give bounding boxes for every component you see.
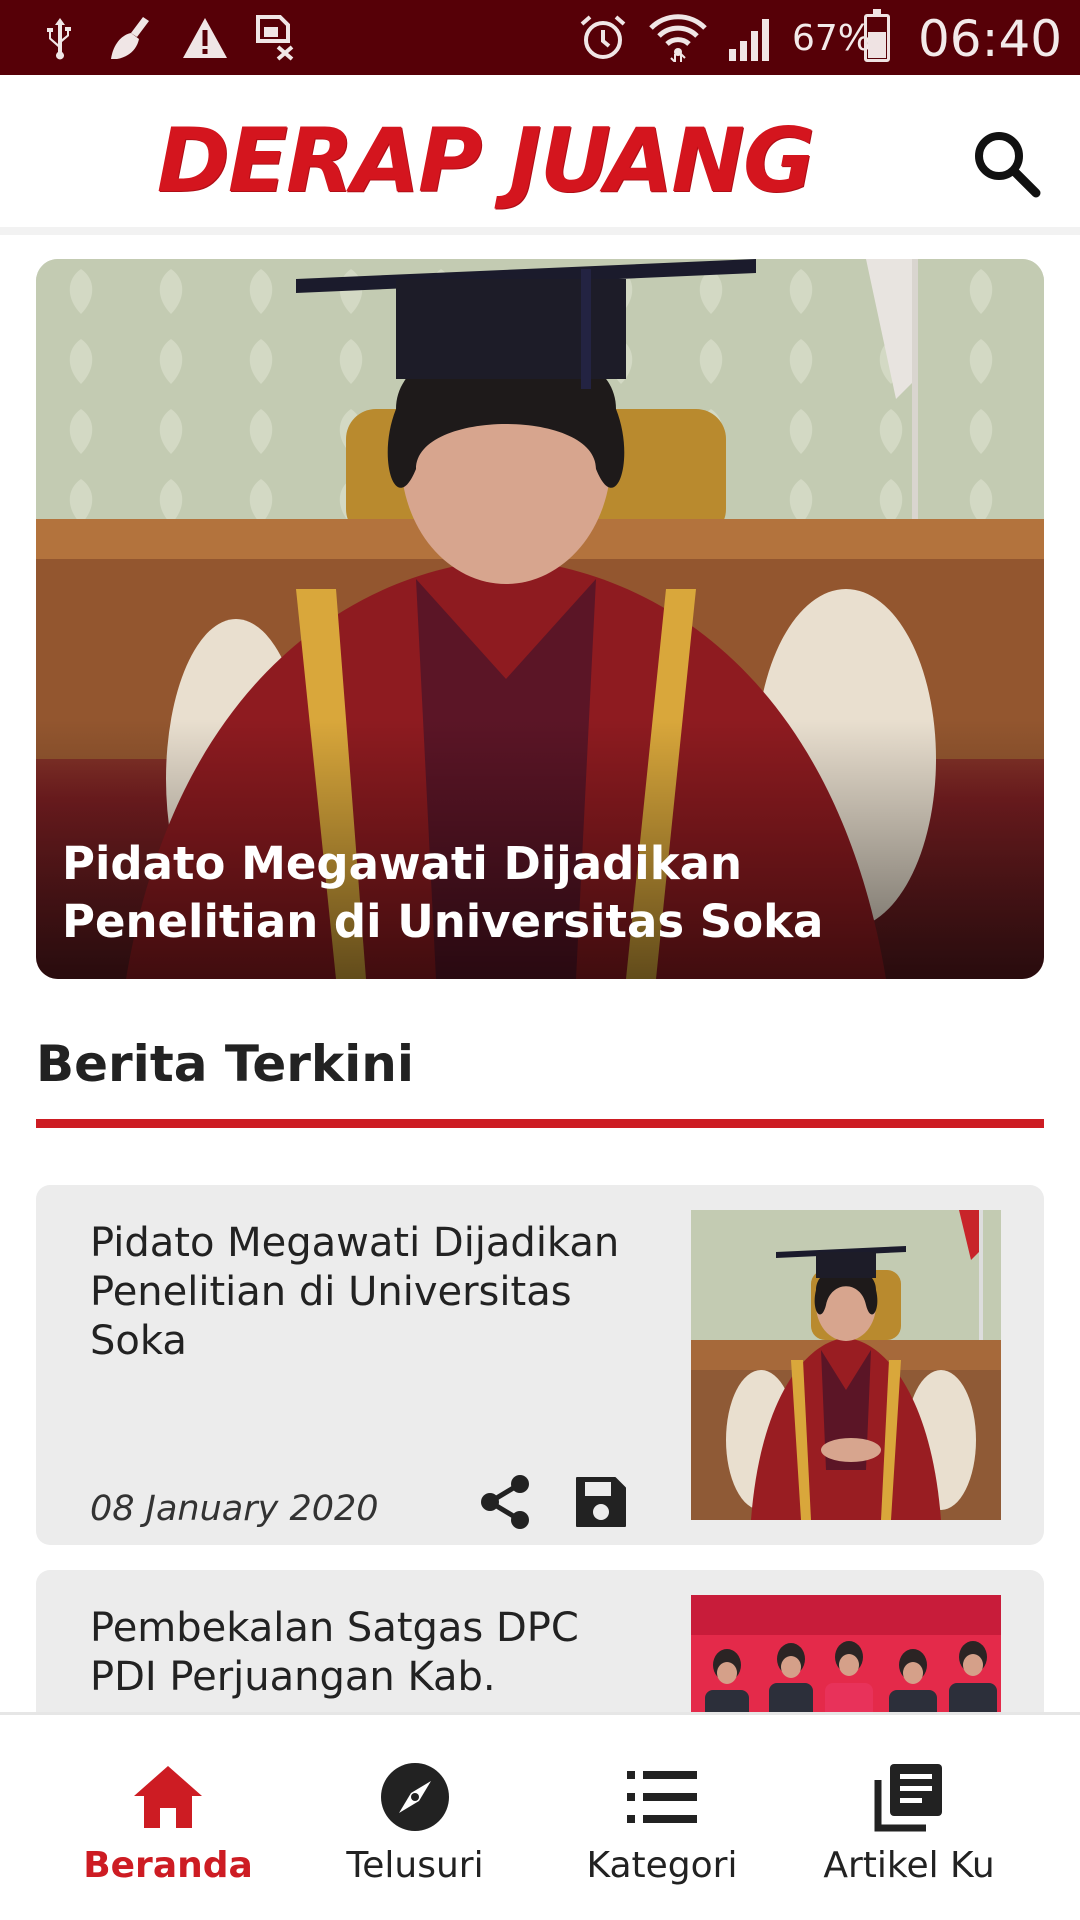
- signal-icon: [726, 14, 778, 62]
- usb-icon: [38, 14, 82, 62]
- share-button[interactable]: [476, 1472, 536, 1532]
- nav-label: Kategori: [586, 1845, 738, 1886]
- article-card[interactable]: Pidato Megawati Dijadikan Penelitian di …: [36, 1185, 1044, 1545]
- nav-label: Artikel Ku: [823, 1845, 995, 1886]
- wifi-icon: [648, 14, 708, 62]
- save-button[interactable]: [571, 1472, 631, 1532]
- featured-article[interactable]: Pidato Megawati Dijadikan Penelitian di …: [36, 259, 1044, 979]
- section-divider: [36, 1119, 1044, 1128]
- nav-label: Beranda: [83, 1845, 253, 1886]
- nav-beranda[interactable]: Beranda: [33, 1715, 303, 1920]
- library-icon: [869, 1757, 949, 1837]
- nav-artikel-ku[interactable]: Artikel Ku: [774, 1715, 1044, 1920]
- battery-percent: 67%: [792, 18, 873, 59]
- article-title[interactable]: Pembekalan Satgas DPC PDI Perjuangan Kab…: [90, 1604, 630, 1702]
- compass-icon: [375, 1757, 455, 1837]
- app-header: DERAP JUANG: [0, 75, 1080, 235]
- home-icon: [128, 1757, 208, 1837]
- no-sim-icon: [254, 14, 298, 62]
- article-card[interactable]: Pembekalan Satgas DPC PDI Perjuangan Kab…: [36, 1570, 1044, 1730]
- bottom-navigation: Beranda Telusuri Kategori Artikel Ku: [0, 1712, 1080, 1920]
- featured-article-title[interactable]: Pidato Megawati Dijadikan Penelitian di …: [62, 835, 984, 951]
- save-icon: [576, 1477, 626, 1527]
- article-thumbnail[interactable]: [691, 1210, 1001, 1520]
- nav-telusuri[interactable]: Telusuri: [280, 1715, 550, 1920]
- share-icon: [481, 1475, 529, 1529]
- alarm-icon: [578, 14, 628, 62]
- clock: 06:40: [918, 10, 1063, 68]
- status-bar: 67% 06:40: [0, 0, 1080, 75]
- nav-kategori[interactable]: Kategori: [527, 1715, 797, 1920]
- cleaner-broom-icon: [106, 14, 158, 62]
- nav-label: Telusuri: [346, 1845, 484, 1886]
- search-button[interactable]: [966, 123, 1046, 203]
- warning-icon: [180, 14, 230, 62]
- search-icon: [975, 132, 1041, 198]
- article-thumbnail[interactable]: [691, 1595, 1001, 1730]
- article-date: 08 January 2020: [90, 1489, 379, 1529]
- brand-logo[interactable]: DERAP JUANG: [120, 109, 850, 212]
- section-title: Berita Terkini: [36, 1035, 415, 1093]
- article-title[interactable]: Pidato Megawati Dijadikan Penelitian di …: [90, 1219, 630, 1366]
- battery-icon: [864, 9, 890, 62]
- list-icon: [622, 1757, 702, 1837]
- logo-text: DERAP JUANG: [156, 108, 815, 212]
